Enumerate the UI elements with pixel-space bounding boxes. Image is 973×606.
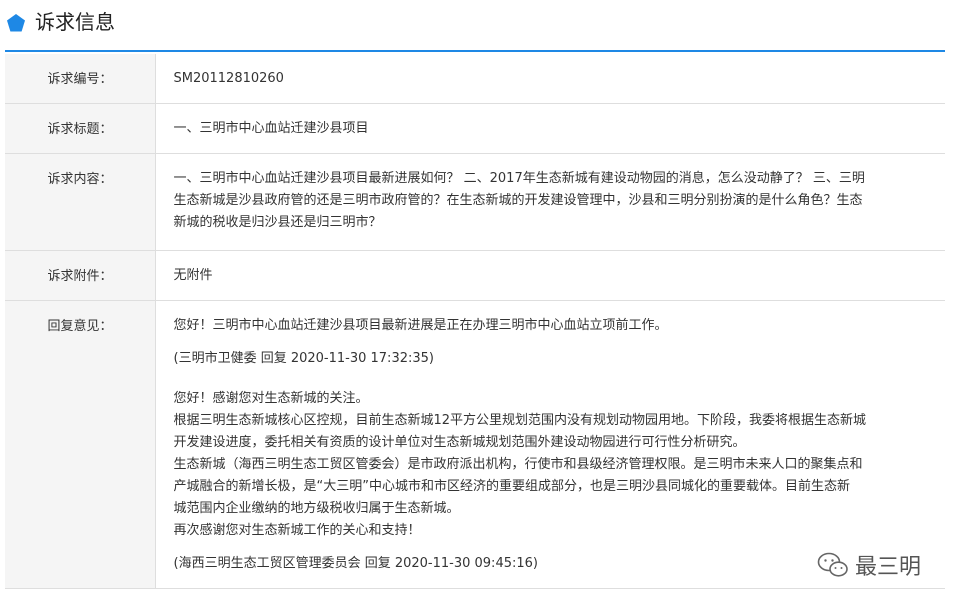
appeal-number-label: 诉求编号：: [5, 54, 156, 104]
reply-2-line: 根据三明生态新城核心区控规，目前生态新城12平方公里规划范围内没有规划动物园用地…: [173, 413, 867, 428]
content-line: 新城的税收是归沙县还是归三明市？: [173, 215, 382, 230]
reply-2-line: 城范围内企业缴纳的地方级税收归属于生态新城。: [173, 501, 460, 516]
header-divider: [5, 50, 945, 52]
pentagon-icon: [7, 14, 25, 32]
reply-1-signature: (三明市卫健委 回复 2020-11-30 17:32:35): [173, 351, 434, 366]
section-header: 诉求信息: [0, 0, 945, 52]
appeal-info-table: 诉求编号： SM20112810260 诉求标题： 一、三明市中心血站迁建沙县项…: [5, 54, 945, 589]
appeal-attachment-label: 诉求附件：: [5, 250, 156, 301]
appeal-content-value: 一、三明市中心血站迁建沙县项目最新进展如何？ 二、2017年生态新城有建设动物园…: [155, 153, 945, 251]
reply-label: 回复意见：: [5, 300, 156, 589]
reply-2-line: 生态新城（海西三明生态工贸区管委会）是市政府派出机构，行使市和县级经济管理权限。…: [173, 457, 863, 472]
reply-2: 您好！感谢您对生态新城的关注。 根据三明生态新城核心区控规，目前生态新城12平方…: [174, 388, 928, 575]
content-line: 生态新城是沙县政府管的还是三明市政府管的？在生态新城的开发建设管理中，沙县和三明…: [173, 193, 863, 208]
reply-2-line: 再次感谢您对生态新城工作的关心和支持！: [173, 523, 421, 538]
table-row: 诉求附件： 无附件: [5, 250, 945, 301]
appeal-title-value: 一、三明市中心血站迁建沙县项目: [155, 103, 945, 154]
table-row: 诉求编号： SM20112810260: [5, 54, 945, 104]
reply-1-text: 您好！三明市中心血站迁建沙县项目最新进展是正在办理三明市中心血站立项前工作。: [173, 318, 668, 333]
table-row: 回复意见： 您好！三明市中心血站迁建沙县项目最新进展是正在办理三明市中心血站立项…: [5, 300, 945, 589]
reply-1: 您好！三明市中心血站迁建沙县项目最新进展是正在办理三明市中心血站立项前工作。 (…: [174, 315, 928, 370]
watermark: 最三明: [817, 545, 921, 585]
watermark-text: 最三明: [855, 555, 922, 580]
reply-2-line: 产城融合的新增长极，是“大三明”中心城市和市区经济的重要组成部分，也是三明沙县同…: [173, 479, 850, 494]
reply-2-line: 开发建设进度，委托相关有资质的设计单位对生态新城规划范围外建设动物园进行可行性分…: [173, 435, 746, 450]
appeal-number-value: SM20112810260: [155, 54, 945, 104]
content-line: 一、三明市中心血站迁建沙县项目最新进展如何？ 二、2017年生态新城有建设动物园…: [173, 171, 865, 186]
table-row: 诉求标题： 一、三明市中心血站迁建沙县项目: [5, 103, 945, 154]
appeal-content-label: 诉求内容：: [5, 153, 156, 251]
table-row: 诉求内容： 一、三明市中心血站迁建沙县项目最新进展如何？ 二、2017年生态新城…: [5, 153, 945, 251]
reply-2-signature: (海西三明生态工贸区管理委员会 回复 2020-11-30 09:45:16): [173, 556, 538, 571]
reply-2-line: 您好！感谢您对生态新城的关注。: [173, 391, 369, 406]
section-title: 诉求信息: [35, 10, 115, 34]
appeal-title-label: 诉求标题：: [5, 103, 156, 154]
appeal-attachment-value: 无附件: [155, 250, 945, 301]
wechat-icon: [817, 552, 848, 577]
